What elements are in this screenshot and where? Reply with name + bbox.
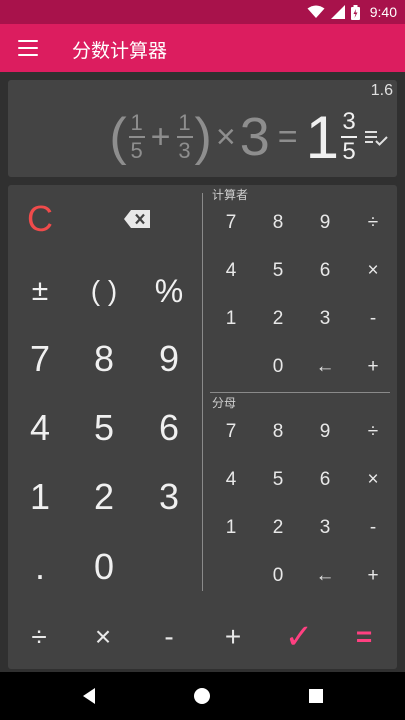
denominator-pad-key[interactable]: - <box>350 507 396 549</box>
numerator: 1 <box>130 110 143 135</box>
battery-icon <box>350 4 360 20</box>
vertical-divider <box>202 193 203 591</box>
result-whole: 1 <box>305 103 339 171</box>
fraction-one-fifth: 1 5 <box>128 110 145 163</box>
status-time: 9:40 <box>369 4 397 20</box>
equals-button[interactable]: = <box>336 609 392 665</box>
denominator-pad-key[interactable]: ← <box>302 555 348 597</box>
denominator-pad-key[interactable]: 6 <box>302 459 348 501</box>
clear-button[interactable]: C <box>8 187 72 251</box>
numerator-pad-key[interactable]: 7 <box>208 202 254 244</box>
horizontal-divider <box>210 392 390 393</box>
status-bar: 9:40 <box>0 0 405 24</box>
numerator-pad-key[interactable]: 3 <box>302 298 348 340</box>
denominator: 5 <box>342 138 356 165</box>
numerator-pad-key[interactable]: ← <box>302 346 348 388</box>
multiply-button[interactable]: × <box>75 609 131 665</box>
plus-minus-button[interactable]: ± <box>8 259 72 323</box>
wifi-icon <box>307 5 325 18</box>
numerator-pad-label: 计算者 <box>212 188 249 202</box>
digit-7-button[interactable]: 7 <box>8 327 72 391</box>
digit-1-button[interactable]: 1 <box>8 465 72 529</box>
percent-button[interactable]: % <box>137 259 201 323</box>
digit-0-button[interactable]: 0 <box>72 535 136 599</box>
keypad: C ± ( ) % 7 8 9 4 5 6 1 2 3 . 0 计算者 7 8 9 ÷… <box>8 185 397 669</box>
backspace-button[interactable] <box>105 187 169 251</box>
backspace-icon <box>124 210 150 228</box>
multiplier: 3 <box>239 107 270 167</box>
recents-icon[interactable] <box>304 684 328 708</box>
digit-2-button[interactable]: 2 <box>72 465 136 529</box>
numerator-pad-key[interactable]: 8 <box>255 202 301 244</box>
numerator-pad-key[interactable]: 0 <box>255 346 301 388</box>
denominator-pad-key[interactable]: 0 <box>255 555 301 597</box>
cell-signal-icon <box>330 5 345 19</box>
divide-button[interactable]: ÷ <box>11 609 67 665</box>
list-check-icon[interactable] <box>365 128 389 148</box>
app-title: 分数计算器 <box>72 40 168 62</box>
digit-5-button[interactable]: 5 <box>72 396 136 460</box>
close-paren: ) <box>194 108 212 166</box>
denominator-pad-key[interactable]: 4 <box>208 459 254 501</box>
decimal-result: 1.6 <box>370 82 393 99</box>
status-icons: 9:40 <box>307 3 397 21</box>
numerator-pad-key[interactable]: + <box>350 346 396 388</box>
numerator-pad-key[interactable]: 5 <box>255 250 301 292</box>
denominator: 3 <box>178 138 191 163</box>
digit-9-button[interactable]: 9 <box>137 327 201 391</box>
app-bar: 分数计算器 <box>0 24 405 72</box>
denominator-pad-key[interactable]: × <box>350 459 396 501</box>
denominator-pad-key[interactable]: 1 <box>208 507 254 549</box>
denominator-pad-key[interactable]: 5 <box>255 459 301 501</box>
home-icon[interactable] <box>190 684 214 708</box>
denominator-pad-key[interactable]: 2 <box>255 507 301 549</box>
digit-3-button[interactable]: 3 <box>137 465 201 529</box>
digit-8-button[interactable]: 8 <box>72 327 136 391</box>
fraction-one-third: 1 3 <box>176 110 193 163</box>
menu-icon[interactable] <box>18 40 38 56</box>
fraction-expression: ( 1 5 + 1 3 ) × 3 = 1 3 5 <box>109 102 357 172</box>
decimal-point-button[interactable]: . <box>8 535 72 599</box>
numerator: 3 <box>342 108 356 135</box>
minus-button[interactable]: - <box>141 609 197 665</box>
open-paren: ( <box>109 108 127 166</box>
times-operator: × <box>215 117 236 156</box>
denominator: 5 <box>130 138 143 163</box>
navigation-bar <box>0 672 405 720</box>
back-icon[interactable] <box>77 684 101 708</box>
numerator-pad-key[interactable]: 1 <box>208 298 254 340</box>
numerator-pad-key[interactable]: 6 <box>302 250 348 292</box>
denominator-pad-key[interactable]: 8 <box>255 411 301 453</box>
numerator-pad-key[interactable]: 2 <box>255 298 301 340</box>
numerator: 1 <box>178 110 191 135</box>
plus-operator: + <box>150 117 171 156</box>
numerator-pad-key[interactable]: ÷ <box>350 202 396 244</box>
digit-6-button[interactable]: 6 <box>137 396 201 460</box>
plus-button[interactable]: + <box>205 609 261 665</box>
parens-button[interactable]: ( ) <box>72 259 136 323</box>
digit-4-button[interactable]: 4 <box>8 396 72 460</box>
check-button[interactable]: ✓ <box>271 609 327 665</box>
denominator-pad-key[interactable]: 7 <box>208 411 254 453</box>
denominator-pad-key[interactable]: ÷ <box>350 411 396 453</box>
equals-sign: = <box>277 117 298 156</box>
denominator-pad-label: 分母 <box>212 396 237 410</box>
numerator-pad-key[interactable]: × <box>350 250 396 292</box>
result-display: 1.6 ( 1 5 + 1 3 ) × 3 = 1 3 5 <box>8 80 397 177</box>
result-fraction: 3 5 <box>341 110 357 164</box>
denominator-pad-key[interactable]: 9 <box>302 411 348 453</box>
numerator-pad-key[interactable]: 4 <box>208 250 254 292</box>
numerator-pad-key[interactable]: 9 <box>302 202 348 244</box>
denominator-pad-key[interactable]: + <box>350 555 396 597</box>
numerator-pad-key[interactable]: - <box>350 298 396 340</box>
denominator-pad-key[interactable]: 3 <box>302 507 348 549</box>
